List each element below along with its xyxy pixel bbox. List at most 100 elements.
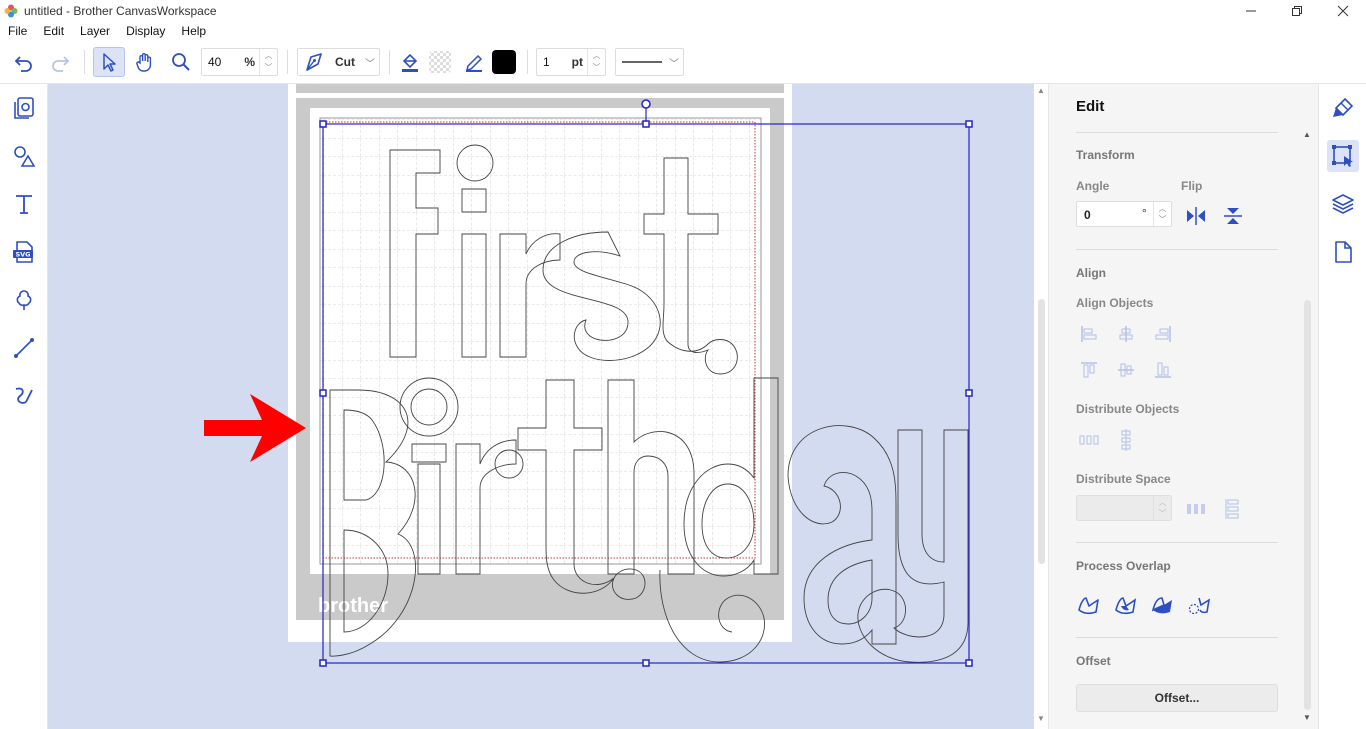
flip-horizontal-button[interactable] (1183, 204, 1209, 228)
align-heading: Align (1076, 266, 1106, 280)
chevron-down-icon[interactable]: ﹀ (1159, 508, 1167, 519)
chevron-down-icon[interactable]: ﹀ (1159, 214, 1167, 225)
weld-button[interactable] (1076, 592, 1102, 616)
panel-scrollbar[interactable]: ▲ ▼ (1300, 130, 1314, 725)
intersect-button[interactable] (1113, 592, 1139, 616)
scroll-up-icon[interactable]: ▲ (1303, 130, 1311, 139)
line-width-input[interactable]: 1 pt ︿ ﹀ (536, 48, 606, 76)
menu-help[interactable]: Help (173, 22, 214, 40)
rotate-handle[interactable] (641, 99, 651, 109)
pan-tool-button[interactable] (129, 47, 161, 77)
chevron-down-icon[interactable]: ﹀ (265, 62, 273, 74)
line-segment-icon (14, 338, 34, 358)
menu-file[interactable]: File (0, 22, 35, 40)
paint-bucket-icon (402, 53, 418, 72)
distribute-horizontal-icon (1079, 435, 1099, 445)
weld-icon (1078, 597, 1099, 615)
space-horizontal-button[interactable] (1183, 497, 1209, 521)
zoom-tool-button[interactable] (165, 47, 197, 77)
exclude-button[interactable] (1187, 592, 1213, 616)
angle-input[interactable]: 0 ° ︿ ﹀ (1076, 201, 1172, 227)
angle-value: 0 (1084, 208, 1091, 222)
design-canvas[interactable]: brother (48, 84, 1034, 729)
shapes-button[interactable] (8, 140, 40, 172)
line-color-button[interactable] (460, 47, 488, 77)
space-vertical-button[interactable] (1220, 497, 1246, 521)
zoom-unit: % (244, 55, 255, 69)
align-middle-button[interactable] (1113, 358, 1139, 382)
scroll-up-icon[interactable]: ▲ (1037, 86, 1045, 95)
templates-button[interactable] (8, 92, 40, 124)
import-svg-button[interactable]: SVG (8, 236, 40, 268)
flip-vertical-button[interactable] (1220, 204, 1246, 228)
chevron-down-icon[interactable]: ﹀ (593, 62, 601, 74)
align-center-button[interactable] (1113, 322, 1139, 346)
angle-stepper[interactable]: ︿ ﹀ (1153, 202, 1171, 226)
fill-color-button[interactable] (396, 47, 424, 77)
zoom-stepper[interactable]: ︿ ﹀ (259, 49, 277, 75)
resize-handle[interactable] (319, 120, 327, 128)
line-width-stepper[interactable]: ︿ ﹀ (587, 49, 605, 75)
distribute-space-input[interactable]: ︿ ﹀ (1076, 495, 1172, 521)
minimize-button[interactable] (1228, 0, 1274, 22)
menu-edit[interactable]: Edit (35, 22, 72, 40)
close-button[interactable] (1320, 0, 1366, 22)
toolbar-divider (287, 50, 288, 74)
select-tool-button[interactable] (93, 47, 125, 77)
chevron-up-icon[interactable]: ︿ (1159, 497, 1167, 508)
zoom-level-input[interactable]: 40 % ︿ ﹀ (201, 48, 278, 76)
distribute-vertical-button[interactable] (1113, 428, 1139, 452)
text-button[interactable] (8, 188, 40, 220)
align-right-button[interactable] (1150, 322, 1176, 346)
align-bottom-button[interactable] (1150, 358, 1176, 382)
distribute-horizontal-button[interactable] (1076, 428, 1102, 452)
canvas-scroll-thumb[interactable] (1038, 299, 1045, 564)
freehand-button[interactable] (8, 380, 40, 412)
close-icon (1337, 5, 1349, 17)
align-bottom-icon (1155, 362, 1171, 378)
text-t-icon (16, 195, 32, 214)
mode-dropdown[interactable]: Cut ﹀ (297, 48, 380, 76)
panel-scroll-thumb[interactable] (1304, 300, 1311, 710)
angle-label: Angle (1076, 179, 1110, 193)
chevron-up-icon[interactable]: ︿ (265, 50, 273, 62)
resize-handle[interactable] (965, 659, 973, 667)
tab-attributes[interactable] (1327, 92, 1359, 124)
tab-edit[interactable] (1327, 140, 1359, 172)
hand-icon (136, 53, 152, 72)
canvas-drawing[interactable]: brother (48, 84, 1034, 729)
canvas-scrollbar[interactable]: ▲ ▼ (1034, 84, 1048, 729)
toolbar-divider (389, 50, 390, 74)
fill-none-swatch[interactable] (426, 47, 454, 77)
offset-button[interactable]: Offset... (1076, 684, 1278, 712)
space-vertical-icon (1225, 499, 1239, 519)
align-top-button[interactable] (1076, 358, 1102, 382)
resize-handle[interactable] (319, 659, 327, 667)
redo-button[interactable] (44, 47, 76, 77)
resize-handle[interactable] (642, 120, 650, 128)
subtract-icon (1151, 597, 1172, 614)
menu-layer[interactable]: Layer (72, 22, 118, 40)
line-tool-button[interactable] (8, 332, 40, 364)
tab-page[interactable] (1327, 236, 1359, 268)
chevron-up-icon[interactable]: ︿ (1159, 203, 1167, 214)
restore-button[interactable] (1274, 0, 1320, 22)
undo-button[interactable] (8, 47, 40, 77)
chevron-up-icon[interactable]: ︿ (593, 50, 601, 62)
patterns-button[interactable] (8, 284, 40, 316)
align-left-button[interactable] (1076, 322, 1102, 346)
resize-handle[interactable] (319, 389, 327, 397)
menu-display[interactable]: Display (118, 22, 173, 40)
resize-handle[interactable] (965, 120, 973, 128)
toolbar-divider (527, 50, 528, 74)
subtract-button[interactable] (1150, 592, 1176, 616)
line-color-swatch[interactable] (490, 47, 518, 77)
resize-handle[interactable] (965, 389, 973, 397)
scroll-down-icon[interactable]: ▼ (1037, 714, 1045, 723)
tab-layers[interactable] (1327, 188, 1359, 220)
distribute-space-stepper[interactable]: ︿ ﹀ (1153, 496, 1171, 520)
scroll-down-icon[interactable]: ▼ (1303, 713, 1311, 722)
line-width-unit: pt (571, 55, 583, 69)
resize-handle[interactable] (642, 659, 650, 667)
line-style-dropdown[interactable]: ﹀ (615, 48, 684, 76)
